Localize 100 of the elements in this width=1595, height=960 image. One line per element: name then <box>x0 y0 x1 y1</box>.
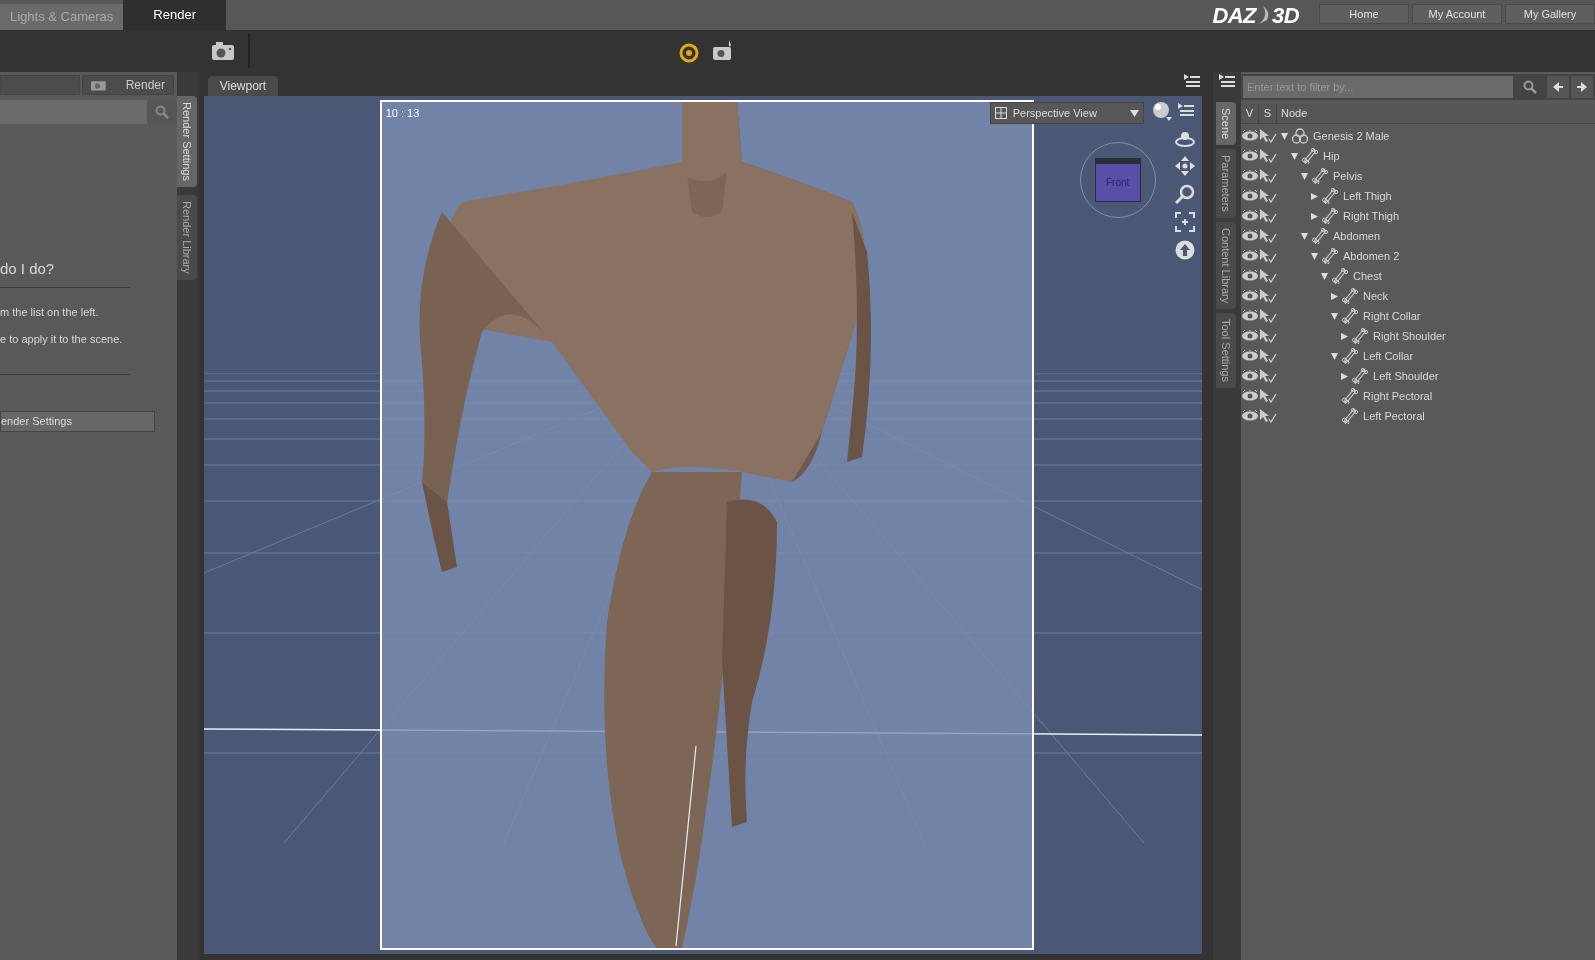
tree-item[interactable]: Left Collar <box>1363 347 1414 365</box>
expand-arrow-icon[interactable] <box>1341 372 1348 380</box>
eye-icon[interactable] <box>1241 350 1259 362</box>
tree-item[interactable]: Right Pectoral <box>1363 387 1433 405</box>
tree-item[interactable]: Abdomen 2 <box>1343 247 1400 265</box>
pointer-check-icon[interactable] <box>1259 389 1277 403</box>
collapse-arrow-icon[interactable] <box>1331 352 1338 360</box>
frame-icon[interactable] <box>1174 212 1195 232</box>
bone-icon <box>1342 348 1358 364</box>
menu-icon[interactable] <box>1184 74 1201 88</box>
viewport-tab[interactable]: Viewport <box>207 76 279 96</box>
orbit-icon[interactable] <box>1173 130 1196 148</box>
tree-item[interactable]: Neck <box>1363 287 1389 305</box>
menu-icon[interactable] <box>1177 103 1194 117</box>
collapse-arrow-icon[interactable] <box>1331 312 1338 320</box>
eye-icon[interactable] <box>1241 250 1259 262</box>
left-arrow-icon <box>1553 82 1563 92</box>
pointer-check-icon[interactable] <box>1259 309 1277 323</box>
tree-item[interactable]: Chest <box>1353 267 1382 285</box>
tree-item[interactable]: Pelvis <box>1333 167 1363 185</box>
side-tab[interactable]: Render Library <box>176 194 197 280</box>
pointer-check-icon[interactable] <box>1259 289 1277 303</box>
pointer-check-icon[interactable] <box>1259 209 1277 223</box>
tree-item[interactable]: Right Collar <box>1363 307 1421 325</box>
zoom-icon[interactable] <box>1174 184 1195 204</box>
side-tab[interactable]: Render Settings <box>176 96 197 187</box>
collapse-arrow-icon[interactable] <box>1291 152 1298 160</box>
pointer-check-icon[interactable] <box>1259 249 1277 263</box>
help-text: e to apply it to the scene. <box>0 332 124 347</box>
side-tab[interactable]: Parameters <box>1216 149 1237 219</box>
eye-icon[interactable] <box>1241 310 1259 322</box>
bone-icon <box>1342 388 1358 404</box>
pointer-check-icon[interactable] <box>1259 149 1277 163</box>
tree-item[interactable]: Abdomen <box>1333 227 1381 245</box>
eye-icon[interactable] <box>1241 410 1259 422</box>
side-tab[interactable]: Content Library <box>1216 222 1237 310</box>
eye-icon[interactable] <box>1241 370 1259 382</box>
bone-icon <box>1302 148 1318 164</box>
back-button[interactable] <box>1547 76 1569 98</box>
tree-item[interactable]: Hip <box>1323 147 1340 165</box>
eye-icon[interactable] <box>1241 130 1259 142</box>
eye-icon[interactable] <box>1241 330 1259 342</box>
expand-arrow-icon[interactable] <box>1341 332 1348 340</box>
rotate-icon[interactable] <box>678 42 700 64</box>
shading-sphere-icon[interactable] <box>1151 101 1172 121</box>
pointer-check-icon[interactable] <box>1259 169 1277 183</box>
pointer-check-icon[interactable] <box>1259 229 1277 243</box>
eye-icon[interactable] <box>1241 290 1259 302</box>
menu-icon[interactable] <box>1219 74 1236 88</box>
eye-icon[interactable] <box>1241 270 1259 282</box>
expand-arrow-icon[interactable] <box>1311 192 1318 200</box>
tree-item[interactable]: Left Shoulder <box>1373 367 1439 385</box>
view-dropdown[interactable]: Perspective View <box>989 102 1144 124</box>
tree-item[interactable]: Left Pectoral <box>1363 407 1425 425</box>
bone-icon <box>1312 228 1328 244</box>
logo: DAZ 3D <box>1212 1 1300 30</box>
eye-icon[interactable] <box>1241 230 1259 242</box>
column-header[interactable]: Node <box>1277 104 1595 123</box>
header-link[interactable]: My Gallery <box>1505 4 1595 24</box>
bone-icon <box>1322 188 1338 204</box>
collapse-arrow-icon[interactable] <box>1301 232 1308 240</box>
top-tab[interactable]: Render <box>123 0 226 30</box>
render-button[interactable]: Render <box>82 75 174 95</box>
camera-icon[interactable] <box>712 40 734 62</box>
forward-button[interactable] <box>1571 76 1593 98</box>
pointer-check-icon[interactable] <box>1259 329 1277 343</box>
collapse-arrow-icon[interactable] <box>1321 272 1328 280</box>
move-icon[interactable] <box>1174 156 1195 176</box>
bone-icon <box>1312 168 1328 184</box>
side-tab[interactable]: Scene <box>1216 102 1237 146</box>
pointer-check-icon[interactable] <box>1259 189 1277 203</box>
header-link[interactable]: Home <box>1319 4 1409 24</box>
eye-icon[interactable] <box>1241 390 1259 402</box>
pointer-check-icon[interactable] <box>1259 369 1277 383</box>
pointer-check-icon[interactable] <box>1259 129 1277 143</box>
eye-icon[interactable] <box>1241 210 1259 222</box>
eye-icon[interactable] <box>1241 170 1259 182</box>
pointer-check-icon[interactable] <box>1259 349 1277 363</box>
tree-item[interactable]: Genesis 2 Male <box>1313 127 1390 145</box>
tree-item[interactable]: Left Thigh <box>1343 187 1392 205</box>
pointer-check-icon[interactable] <box>1259 269 1277 283</box>
eye-icon[interactable] <box>1241 190 1259 202</box>
eye-icon[interactable] <box>1241 150 1259 162</box>
pointer-check-icon[interactable] <box>1259 409 1277 423</box>
expand-arrow-icon[interactable] <box>1331 292 1338 300</box>
camera-icon[interactable] <box>211 41 235 61</box>
column-header[interactable]: V <box>1241 104 1259 123</box>
expand-arrow-icon[interactable] <box>1311 212 1318 220</box>
side-tab[interactable]: Tool Settings <box>1216 313 1237 389</box>
render-settings-button[interactable]: ender Settings <box>0 410 155 432</box>
tree-item[interactable]: Right Thigh <box>1343 207 1400 225</box>
collapse-arrow-icon[interactable] <box>1301 172 1308 180</box>
collapse-arrow-icon[interactable] <box>1311 252 1318 260</box>
collapse-arrow-icon[interactable] <box>1281 132 1288 140</box>
search-icon[interactable] <box>1523 80 1537 94</box>
header-link[interactable]: My Account <box>1412 4 1502 24</box>
tree-item[interactable]: Right Shoulder <box>1373 327 1446 345</box>
bone-icon <box>1342 308 1358 324</box>
column-header[interactable]: S <box>1259 104 1277 123</box>
help-text: m the list on the left. <box>0 304 100 320</box>
